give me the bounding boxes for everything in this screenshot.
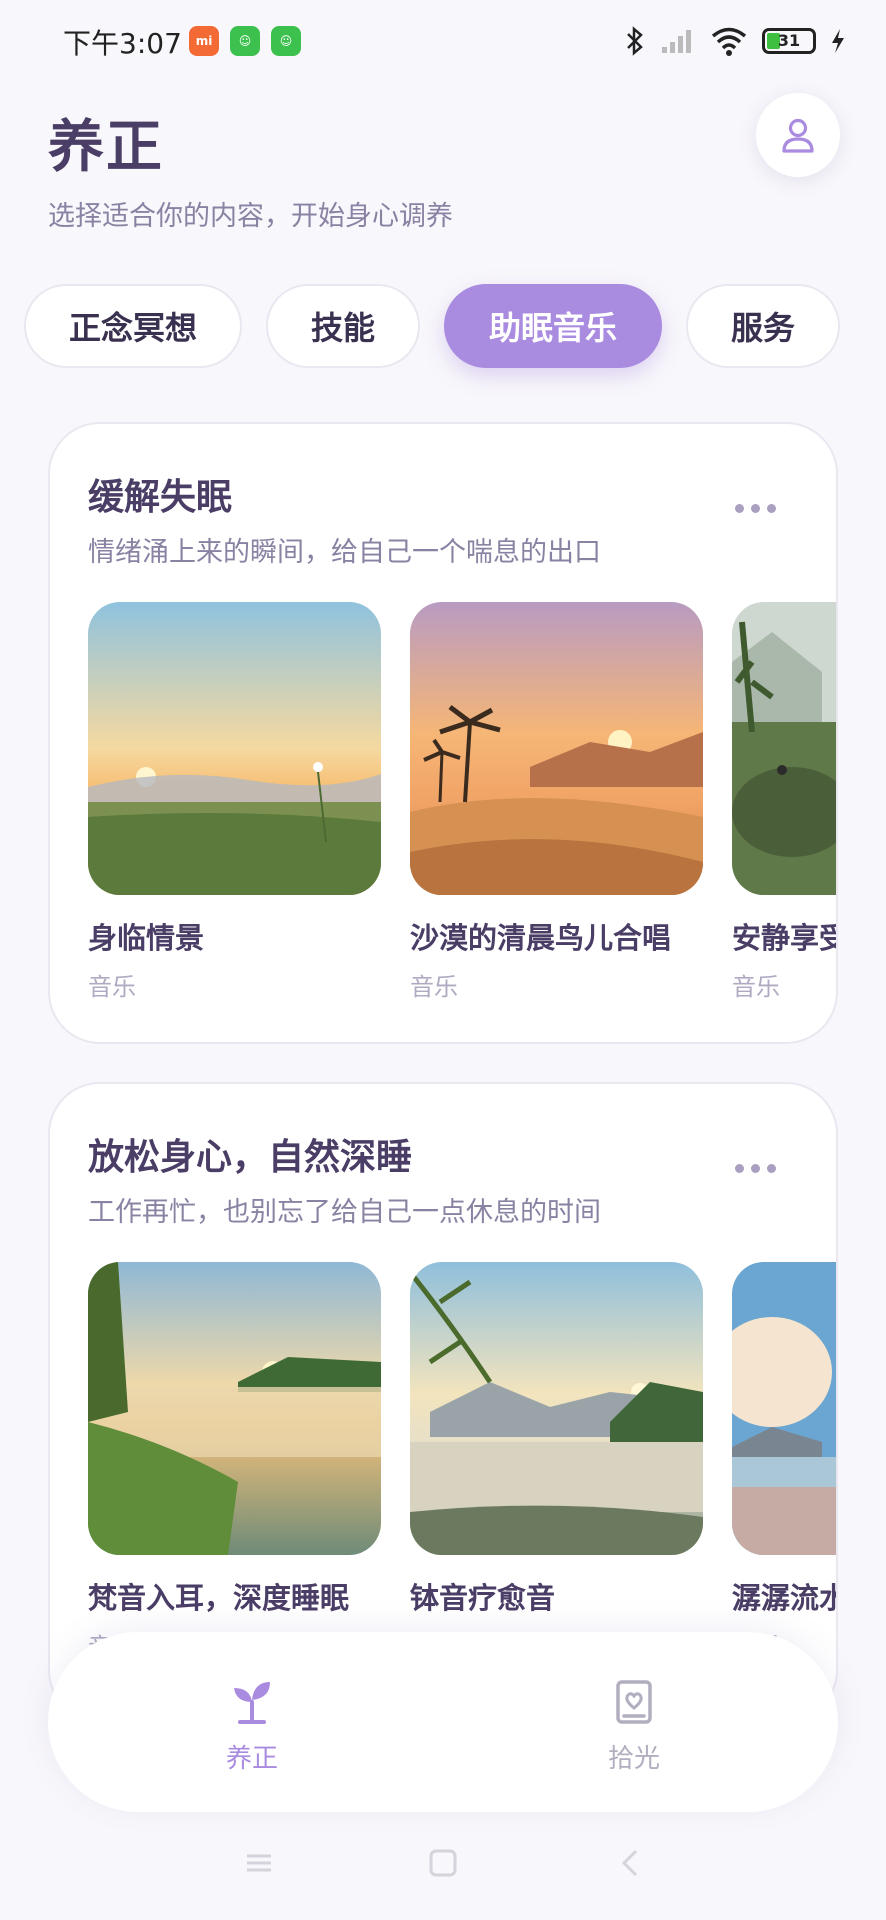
user-icon [782,118,814,153]
music-card[interactable]: 安静享受 音乐 [732,602,838,1002]
app-notification-icon: ☺ [230,26,260,56]
music-card[interactable]: 沙漠的清晨鸟儿合唱 音乐 [410,602,703,1002]
tab-sleep-music[interactable]: 助眠音乐 [444,284,662,368]
wifi-icon [711,27,747,56]
section-title: 缓解失眠 [88,477,233,518]
more-icon[interactable] [735,1164,776,1173]
music-card[interactable]: 潺潺流水 音乐 [732,1262,838,1662]
music-type: 音乐 [88,973,136,1001]
music-title: 身临情景 [88,921,205,955]
status-bar: 下午3:07 mi ☺ ☺ 31 [0,0,886,80]
section-card: 放松身心，自然深睡 工作再忙，也别忘了给自己一点休息的时间 梵音入耳，深度睡眠 … [48,1082,838,1722]
music-title: 潺潺流水 [732,1581,838,1615]
section-title: 放松身心，自然深睡 [88,1137,413,1178]
music-type: 音乐 [732,973,780,1001]
music-card[interactable]: 钵音疗愈音 音乐 [410,1262,703,1662]
charging-icon [832,29,844,53]
sprout-icon [234,1682,270,1724]
bluetooth-icon [627,26,643,56]
music-title: 安静享受 [732,921,838,955]
nav-label: 拾光 [607,1744,660,1774]
tab-skills[interactable]: 技能 [266,284,420,368]
battery-icon: 31 [762,28,816,54]
music-thumbnail [732,1262,836,1555]
music-thumbnail [88,1262,381,1555]
profile-button[interactable] [756,93,840,177]
nav-item-yangzheng[interactable]: 养正 [182,1678,322,1775]
music-thumbnail [732,602,836,895]
status-time: 下午3:07 [63,27,182,60]
music-title: 梵音入耳，深度睡眠 [88,1581,350,1615]
music-card[interactable]: 梵音入耳，深度睡眠 音乐 [88,1262,381,1662]
bottom-nav: 养正 拾光 [48,1632,838,1812]
section-card: 缓解失眠 情绪涌上来的瞬间，给自己一个喘息的出口 身临情景 音乐 沙漠的清晨鸟儿… [48,422,838,1044]
music-thumbnail [410,602,703,895]
section-description: 情绪涌上来的瞬间，给自己一个喘息的出口 [88,537,601,568]
music-title: 沙漠的清晨鸟儿合唱 [410,921,672,955]
nav-label: 养正 [225,1744,278,1774]
tab-mindfulness[interactable]: 正念冥想 [24,284,242,368]
music-card[interactable]: 身临情景 音乐 [88,602,381,1002]
app-notification-icon: ☺ [271,26,301,56]
music-type: 音乐 [410,973,458,1001]
home-gesture-icon[interactable] [428,1848,458,1878]
battery-level: 31 [777,31,801,50]
photo-book-icon [616,1680,652,1724]
nav-item-shiguang[interactable]: 拾光 [564,1678,704,1775]
music-thumbnail [88,602,381,895]
page-subtitle: 选择适合你的内容，开始身心调养 [48,201,453,232]
more-icon[interactable] [735,504,776,513]
back-gesture-icon[interactable] [616,1848,646,1878]
tab-services[interactable]: 服务 [686,284,840,368]
section-description: 工作再忙，也别忘了给自己一点休息的时间 [88,1197,601,1228]
signal-icon [662,30,691,53]
music-thumbnail [410,1262,703,1555]
music-title: 钵音疗愈音 [410,1581,556,1615]
mi-app-notification-icon: mi [189,26,219,56]
menu-gesture-icon[interactable] [244,1848,274,1878]
page-title: 养正 [48,115,164,180]
